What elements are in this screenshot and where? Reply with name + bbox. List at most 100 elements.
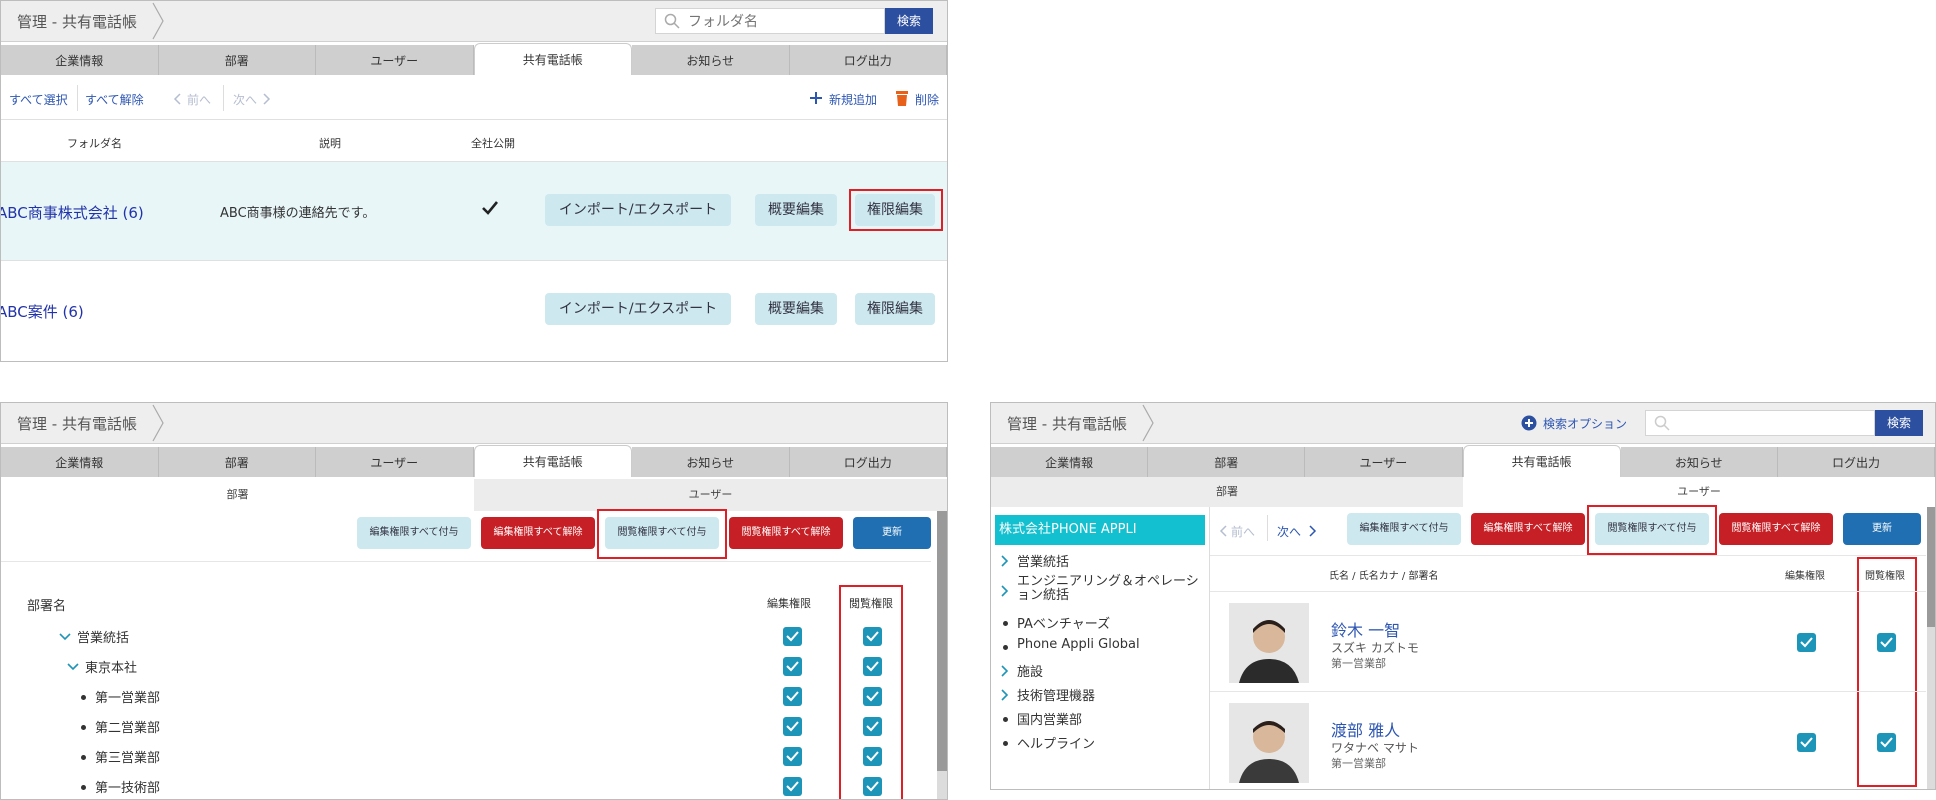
edit-permission-checkbox[interactable]	[783, 627, 802, 646]
tab-shared-phonebook[interactable]: 共有電話帳	[473, 445, 632, 477]
user-department: 第一営業部	[1331, 757, 1386, 770]
company-tree-root[interactable]: 株式会社PHONE APPLI	[995, 515, 1205, 545]
revoke-all-edit-button[interactable]: 編集権限すべて解除	[1471, 513, 1585, 545]
chevron-right-icon[interactable]	[1001, 585, 1009, 597]
tree-item-label: エンジニアリング＆オペレーション統括	[1017, 574, 1199, 603]
edit-permission-checkbox[interactable]	[783, 687, 802, 706]
grant-all-edit-button[interactable]: 編集権限すべて付与	[357, 517, 471, 549]
folder-description: ABC商事様の連絡先です。	[220, 206, 376, 221]
toolbar-divider	[77, 85, 78, 111]
subtab-user[interactable]: ユーザー	[474, 479, 947, 511]
search-button[interactable]: 検索	[1875, 410, 1923, 436]
scrollbar-thumb[interactable]	[1927, 507, 1935, 627]
user-kana: スズキ カズトモ	[1331, 641, 1419, 655]
divider	[1209, 507, 1210, 789]
edit-permission-checkbox[interactable]	[783, 717, 802, 736]
tab-company[interactable]: 企業情報	[991, 447, 1149, 477]
table-row[interactable]: ABC商事株式会社 (6) ABC商事様の連絡先です。 インポート/エクスポート…	[1, 161, 947, 261]
tab-department[interactable]: 部署	[158, 447, 316, 477]
view-permission-checkbox[interactable]	[1877, 633, 1896, 652]
search-options-link[interactable]: 検索オプション	[1543, 415, 1627, 432]
tab-notice[interactable]: お知らせ	[1620, 447, 1778, 477]
bullet-icon	[81, 725, 86, 730]
scrollbar-thumb[interactable]	[937, 511, 947, 771]
deselect-all-link[interactable]: すべて解除	[85, 91, 144, 108]
prev-page-button[interactable]: 前へ	[187, 91, 211, 108]
folder-search-input[interactable]	[686, 11, 880, 33]
tab-notice[interactable]: お知らせ	[632, 447, 790, 477]
tab-shared-phonebook[interactable]: 共有電話帳	[473, 43, 632, 75]
search-box[interactable]	[655, 8, 885, 34]
tree-item-label: 第二営業部	[95, 721, 161, 736]
add-new-button[interactable]: 新規追加	[829, 91, 877, 108]
folder-name-link[interactable]: ABC案件 (6)	[1, 301, 84, 322]
user-name[interactable]: 渡部 雅人	[1331, 717, 1400, 741]
view-permission-checkbox[interactable]	[863, 687, 882, 706]
edit-summary-button[interactable]: 概要編集	[755, 293, 837, 325]
scrollbar[interactable]	[937, 511, 947, 799]
subtab-department[interactable]: 部署	[1, 479, 474, 511]
divider	[1210, 591, 1926, 592]
edit-permission-checkbox[interactable]	[1797, 733, 1816, 752]
view-permission-checkbox[interactable]	[863, 627, 882, 646]
tab-company[interactable]: 企業情報	[1, 447, 159, 477]
grant-all-edit-button[interactable]: 編集権限すべて付与	[1347, 513, 1461, 545]
tab-company[interactable]: 企業情報	[1, 45, 159, 75]
view-permission-checkbox[interactable]	[863, 747, 882, 766]
view-permission-checkbox[interactable]	[863, 717, 882, 736]
subtab-department[interactable]: 部署	[991, 477, 1463, 507]
prev-page-button[interactable]: 前へ	[1231, 523, 1255, 540]
header-bar: 管理 - 共有電話帳 検索オプション 検索	[991, 403, 1935, 444]
view-permission-checkbox[interactable]	[1877, 733, 1896, 752]
tab-log-output[interactable]: ログ出力	[789, 45, 947, 75]
table-row[interactable]: ABC案件 (6) インポート/エクスポート 概要編集 権限編集	[1, 261, 947, 359]
chevron-down-icon[interactable]	[59, 633, 71, 641]
user-name[interactable]: 鈴木 一智	[1331, 617, 1400, 641]
tab-shared-phonebook[interactable]: 共有電話帳	[1462, 445, 1621, 477]
edit-permission-button[interactable]: 権限編集	[855, 293, 935, 325]
chevron-right-icon[interactable]	[1001, 555, 1009, 567]
edit-permission-checkbox[interactable]	[783, 777, 802, 796]
scrollbar[interactable]	[1927, 507, 1935, 789]
search-button[interactable]: 検索	[885, 8, 933, 34]
tree-item-label: 営業統括	[1017, 555, 1070, 570]
toolbar-divider	[223, 85, 224, 111]
view-permission-checkbox[interactable]	[863, 777, 882, 796]
bullet-icon	[1003, 645, 1008, 650]
revoke-all-view-button[interactable]: 閲覧権限すべて解除	[729, 517, 843, 549]
bullet-icon	[1003, 621, 1008, 626]
revoke-all-edit-button[interactable]: 編集権限すべて解除	[481, 517, 595, 549]
tab-department[interactable]: 部署	[1148, 447, 1306, 477]
breadcrumb-arrow-icon	[152, 404, 164, 442]
chevron-down-icon[interactable]	[67, 663, 79, 671]
edit-summary-button[interactable]: 概要編集	[755, 194, 837, 226]
folder-name-link[interactable]: ABC商事株式会社 (6)	[1, 202, 144, 223]
update-button[interactable]: 更新	[1843, 513, 1921, 545]
edit-permission-checkbox[interactable]	[783, 657, 802, 676]
next-page-button[interactable]: 次へ	[233, 91, 257, 108]
tab-user[interactable]: ユーザー	[316, 45, 474, 75]
tab-department[interactable]: 部署	[158, 45, 316, 75]
tab-notice[interactable]: お知らせ	[632, 45, 790, 75]
tab-user[interactable]: ユーザー	[1305, 447, 1463, 477]
tab-log-output[interactable]: ログ出力	[1777, 447, 1935, 477]
next-page-button[interactable]: 次へ	[1277, 523, 1301, 540]
chevron-right-icon[interactable]	[1001, 665, 1009, 677]
view-permission-checkbox[interactable]	[863, 657, 882, 676]
subtab-user[interactable]: ユーザー	[1463, 477, 1935, 507]
select-all-link[interactable]: すべて選択	[9, 91, 68, 108]
import-export-button[interactable]: インポート/エクスポート	[545, 194, 731, 226]
update-button[interactable]: 更新	[853, 517, 931, 549]
tab-log-output[interactable]: ログ出力	[789, 447, 947, 477]
divider	[1210, 691, 1926, 692]
edit-permission-checkbox[interactable]	[1797, 633, 1816, 652]
search-box[interactable]	[1645, 410, 1875, 436]
chevron-right-icon[interactable]	[1001, 689, 1009, 701]
user-search-input[interactable]	[1676, 413, 1870, 435]
import-export-button[interactable]: インポート/エクスポート	[545, 293, 731, 325]
delete-button[interactable]: 削除	[915, 91, 939, 108]
revoke-all-view-button[interactable]: 閲覧権限すべて解除	[1719, 513, 1833, 545]
col-description: 説明	[319, 137, 341, 150]
tab-user[interactable]: ユーザー	[316, 447, 474, 477]
edit-permission-checkbox[interactable]	[783, 747, 802, 766]
